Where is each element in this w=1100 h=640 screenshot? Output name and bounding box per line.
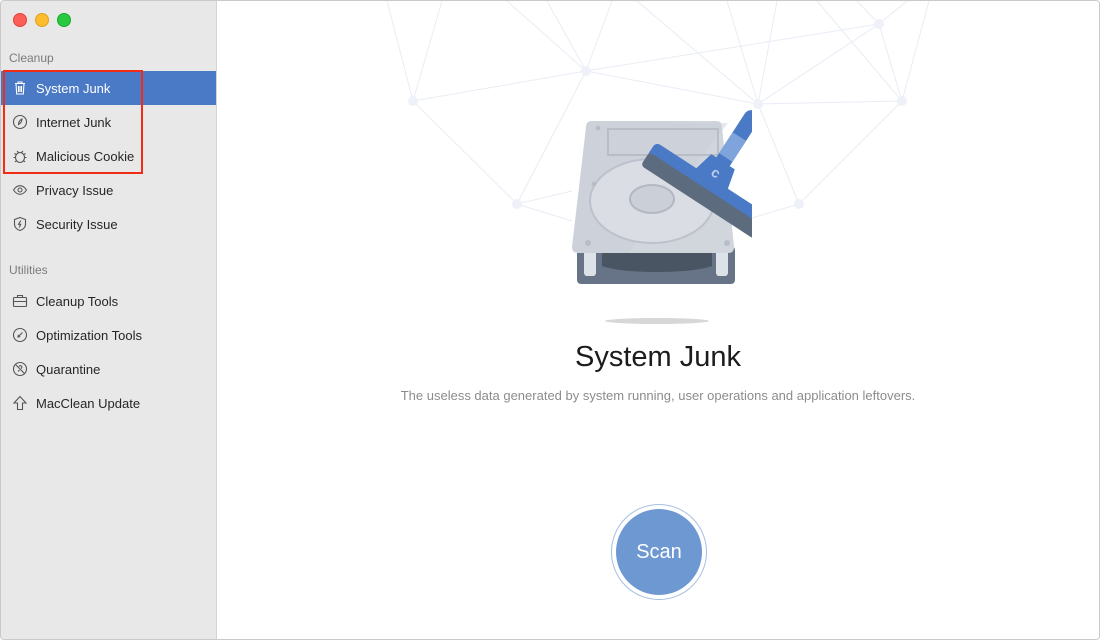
maximize-window-button[interactable] — [57, 13, 71, 27]
sidebar-item-label: Privacy Issue — [36, 182, 114, 198]
sidebar-item-quarantine[interactable]: Quarantine — [1, 352, 216, 386]
page-title: System Junk — [575, 341, 741, 373]
window-controls — [13, 13, 71, 27]
page-description: The useless data generated by system run… — [400, 388, 916, 403]
section-label-cleanup: Cleanup — [9, 51, 54, 65]
hard-drive-squeegee-illustration: c — [572, 110, 752, 324]
sidebar-item-label: System Junk — [36, 80, 111, 96]
sidebar-item-label: Malicious Cookie — [36, 148, 135, 164]
gauge-icon — [11, 326, 29, 344]
sidebar-item-label: Cleanup Tools — [36, 293, 119, 309]
bug-icon — [11, 147, 29, 165]
cleanup-nav: System Junk Internet Junk Malicious Cook… — [1, 71, 216, 241]
sidebar-item-label: Quarantine — [36, 361, 101, 377]
sidebar-item-malicious-cookie[interactable]: Malicious Cookie — [1, 139, 216, 173]
sidebar-item-security-issue[interactable]: Security Issue — [1, 207, 216, 241]
section-label-utilities: Utilities — [9, 263, 48, 277]
sidebar-item-macclean-update[interactable]: MacClean Update — [1, 386, 216, 420]
trash-icon — [11, 79, 29, 97]
scan-button[interactable]: Scan — [616, 509, 702, 595]
sidebar-item-internet-junk[interactable]: Internet Junk — [1, 105, 216, 139]
eye-icon — [11, 181, 29, 199]
minimize-window-button[interactable] — [35, 13, 49, 27]
shield-bolt-icon — [11, 215, 29, 233]
sidebar-item-label: MacClean Update — [36, 395, 141, 411]
sidebar-item-label: Internet Junk — [36, 114, 112, 130]
quarantine-icon — [11, 360, 29, 378]
sidebar-item-label: Optimization Tools — [36, 327, 142, 343]
close-window-button[interactable] — [13, 13, 27, 27]
sidebar: Cleanup System Junk Internet Junk Malici… — [1, 1, 217, 639]
scan-button-ring: Scan — [611, 504, 707, 600]
sidebar-item-optimization-tools[interactable]: Optimization Tools — [1, 318, 216, 352]
sidebar-item-label: Security Issue — [36, 216, 118, 232]
utilities-nav: Cleanup Tools Optimization Tools Quarant… — [1, 284, 216, 420]
arrow-up-icon — [11, 394, 29, 412]
compass-leaf-icon — [11, 113, 29, 131]
toolbox-icon — [11, 292, 29, 310]
main-panel: c System Junk The useless data generated… — [217, 1, 1099, 639]
sidebar-item-cleanup-tools[interactable]: Cleanup Tools — [1, 284, 216, 318]
sidebar-item-system-junk[interactable]: System Junk — [1, 71, 216, 105]
sidebar-item-privacy-issue[interactable]: Privacy Issue — [1, 173, 216, 207]
app-window: Cleanup System Junk Internet Junk Malici… — [0, 0, 1100, 640]
